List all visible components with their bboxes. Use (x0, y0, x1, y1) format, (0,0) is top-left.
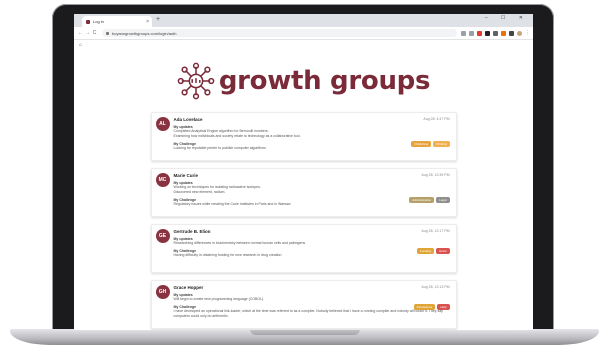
growth-network-logo-icon (177, 62, 215, 100)
extension-dark-icon[interactable] (485, 30, 490, 36)
challenge-text: Having difficulty in obtaining funding f… (173, 253, 282, 257)
member-name[interactable]: Ada Lovelace (174, 117, 450, 122)
page-content: growth groups AL Ada Lovelace Aug 28, 4:47… (74, 62, 533, 329)
member-name[interactable]: Marie Curie (174, 173, 450, 178)
update-feed: AL Ada Lovelace Aug 28, 4:47 PM My updates C… (150, 112, 457, 329)
tab-bar: Log in × + – ☐ ✕ (74, 14, 533, 27)
challenge-text: I have developed an operational link-loa… (173, 309, 443, 318)
update-text: Discovered new element, radium. (173, 190, 226, 194)
star-icon[interactable] (469, 30, 474, 36)
extension-orange-icon[interactable] (501, 30, 506, 36)
tag-list: Publishing Printing (411, 141, 450, 147)
tag-badge[interactable]: Legal (436, 197, 450, 203)
avatar: MC (155, 173, 170, 187)
back-icon[interactable]: ← (77, 30, 84, 36)
extension-puzzle-icon[interactable] (509, 30, 514, 36)
menu-dots-icon[interactable]: ⋮ (525, 30, 530, 36)
address-bar[interactable]: boyanngrowthgroups.com/login/auth (102, 29, 457, 37)
post-date: Aug 28, 12:13 PM (421, 285, 450, 289)
tag-badge[interactable]: Printing (433, 141, 450, 147)
lock-icon (106, 31, 109, 35)
reload-icon[interactable]: C (91, 30, 98, 36)
update-card[interactable]: GE Gertrude B. Elion Aug 28, 12:17 PM My up… (150, 224, 457, 273)
tag-list: Administration Legal (409, 197, 450, 203)
tag-list: Persistence Help (413, 304, 450, 310)
tag-badge[interactable]: Publishing (411, 141, 432, 147)
avatar: GH (155, 285, 170, 299)
forward-icon[interactable]: → (84, 30, 91, 36)
brand-header: growth groups (74, 62, 533, 100)
extensions-area: ⋮ (461, 30, 530, 36)
browser-window: Log in × + – ☐ ✕ ← → C boyanngrowthgroup… (74, 14, 533, 330)
brand-name: growth groups (218, 66, 431, 96)
update-card[interactable]: AL Ada Lovelace Aug 28, 4:47 PM My updates C… (150, 112, 457, 161)
tag-badge[interactable]: Administration (409, 197, 435, 203)
member-name[interactable]: Grace Hopper (174, 285, 450, 290)
window-controls[interactable]: – ☐ ✕ (485, 15, 529, 21)
tag-badge[interactable]: Persistence (413, 304, 436, 310)
tab-login[interactable]: Log in × (82, 16, 152, 27)
extension-red-icon[interactable] (477, 30, 482, 36)
update-card[interactable]: GH Grace Hopper Aug 28, 12:13 PM My updates… (150, 280, 457, 329)
url-text: boyanngrowthgroups.com/login/auth (112, 30, 177, 36)
tag-list: Funding Grant (417, 248, 450, 254)
update-card[interactable]: MC Marie Curie Aug 28, 12:39 PM My updates W… (150, 168, 457, 217)
challenge-text: Regulatory issues while creating the Cur… (173, 202, 291, 206)
member-name[interactable]: Gertrude B. Elion (174, 229, 450, 234)
extension-grid-icon[interactable] (493, 30, 498, 36)
update-text: Researching differences in biochemistry … (173, 241, 306, 245)
tag-badge[interactable]: Help (437, 304, 450, 310)
browser-toolbar: ← → C boyanngrowthgroups.com/login/auth … (74, 27, 533, 40)
post-date: Aug 28, 12:39 PM (421, 173, 450, 177)
avatar: GE (155, 229, 170, 243)
close-tab-icon[interactable]: × (146, 19, 149, 25)
post-date: Aug 28, 4:47 PM (423, 117, 450, 121)
tag-badge[interactable]: Funding (417, 248, 434, 254)
tag-badge[interactable]: Grant (435, 248, 450, 254)
profile-avatar-icon[interactable] (517, 30, 522, 36)
home-icon[interactable]: ⌂ (79, 42, 82, 48)
tab-title: Log in (93, 19, 104, 24)
favicon-icon (86, 19, 90, 24)
challenge-text: Looking for reputable printer to publish… (173, 146, 266, 150)
new-tab-button[interactable]: + (156, 16, 160, 23)
bookmarks-bar: ⌂ (74, 40, 533, 50)
update-text: Will begin to create new programming lan… (173, 297, 265, 301)
post-date: Aug 28, 12:17 PM (421, 229, 450, 233)
key-icon[interactable] (461, 30, 466, 36)
avatar: AL (155, 117, 170, 131)
update-text: Examining how individuals and society re… (173, 134, 301, 138)
